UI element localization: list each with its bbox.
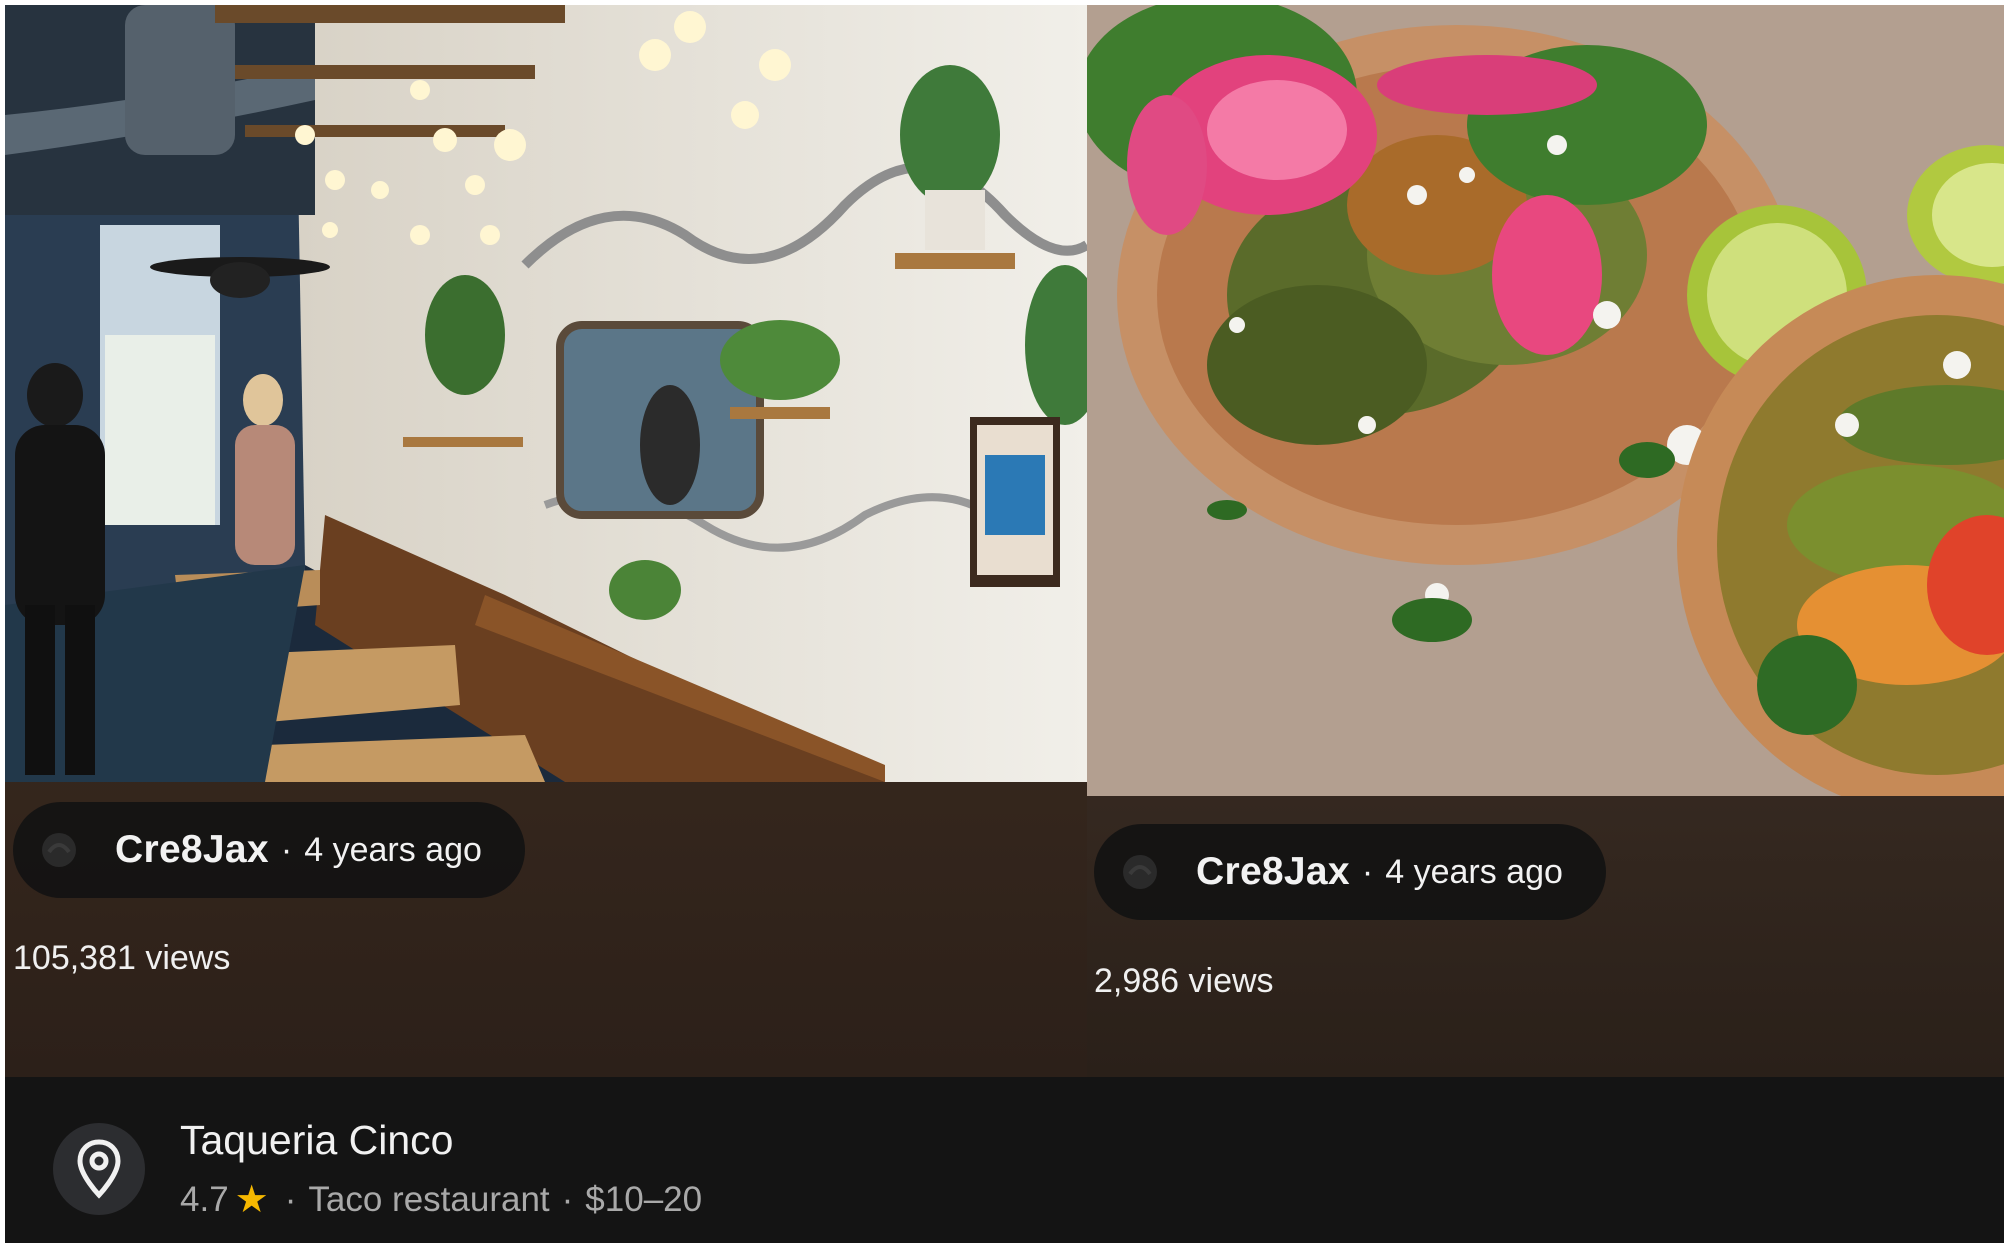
place-pin-button[interactable]: [53, 1123, 145, 1215]
place-info-bar[interactable]: Taqueria Cinco 4.7 ★ · Taco restaurant ·…: [5, 1077, 2004, 1243]
post-attribution[interactable]: Cre8Jax · 4 years ago: [1094, 824, 1606, 920]
separator-dot: ·: [280, 830, 293, 869]
author-name[interactable]: Cre8Jax: [115, 828, 269, 872]
photo-viewer: Cre8Jax · 4 years ago 105,381 views Cre8…: [5, 5, 2004, 1243]
post-age: 4 years ago: [304, 830, 482, 869]
separator-dot: ·: [284, 1179, 297, 1219]
author-name[interactable]: Cre8Jax: [1196, 850, 1350, 894]
map-pin-icon: [77, 1139, 121, 1199]
separator-dot: ·: [1361, 852, 1374, 891]
place-details: 4.7 ★ · Taco restaurant · $10–20: [180, 1177, 702, 1222]
contributor-avatar-icon: [42, 833, 76, 867]
contributor-avatar-icon: [1123, 855, 1157, 889]
post-age: 4 years ago: [1385, 852, 1563, 891]
place-rating: 4.7: [180, 1179, 229, 1219]
star-icon: ★: [234, 1179, 269, 1221]
post-card-tacos[interactable]: Cre8Jax · 4 years ago 2,986 views: [1087, 5, 2004, 1077]
view-count: 105,381 views: [13, 939, 231, 977]
tacos-photo[interactable]: [1087, 5, 2004, 796]
place-price: $10–20: [585, 1179, 703, 1219]
view-count: 2,986 views: [1094, 962, 1274, 1000]
place-category: Taco restaurant: [308, 1179, 550, 1219]
separator-dot: ·: [561, 1179, 574, 1219]
place-name[interactable]: Taqueria Cinco: [180, 1117, 454, 1164]
post-attribution[interactable]: Cre8Jax · 4 years ago: [13, 802, 525, 898]
restaurant-interior-photo[interactable]: [5, 5, 1087, 782]
post-card-interior[interactable]: Cre8Jax · 4 years ago 105,381 views: [5, 5, 1087, 1077]
